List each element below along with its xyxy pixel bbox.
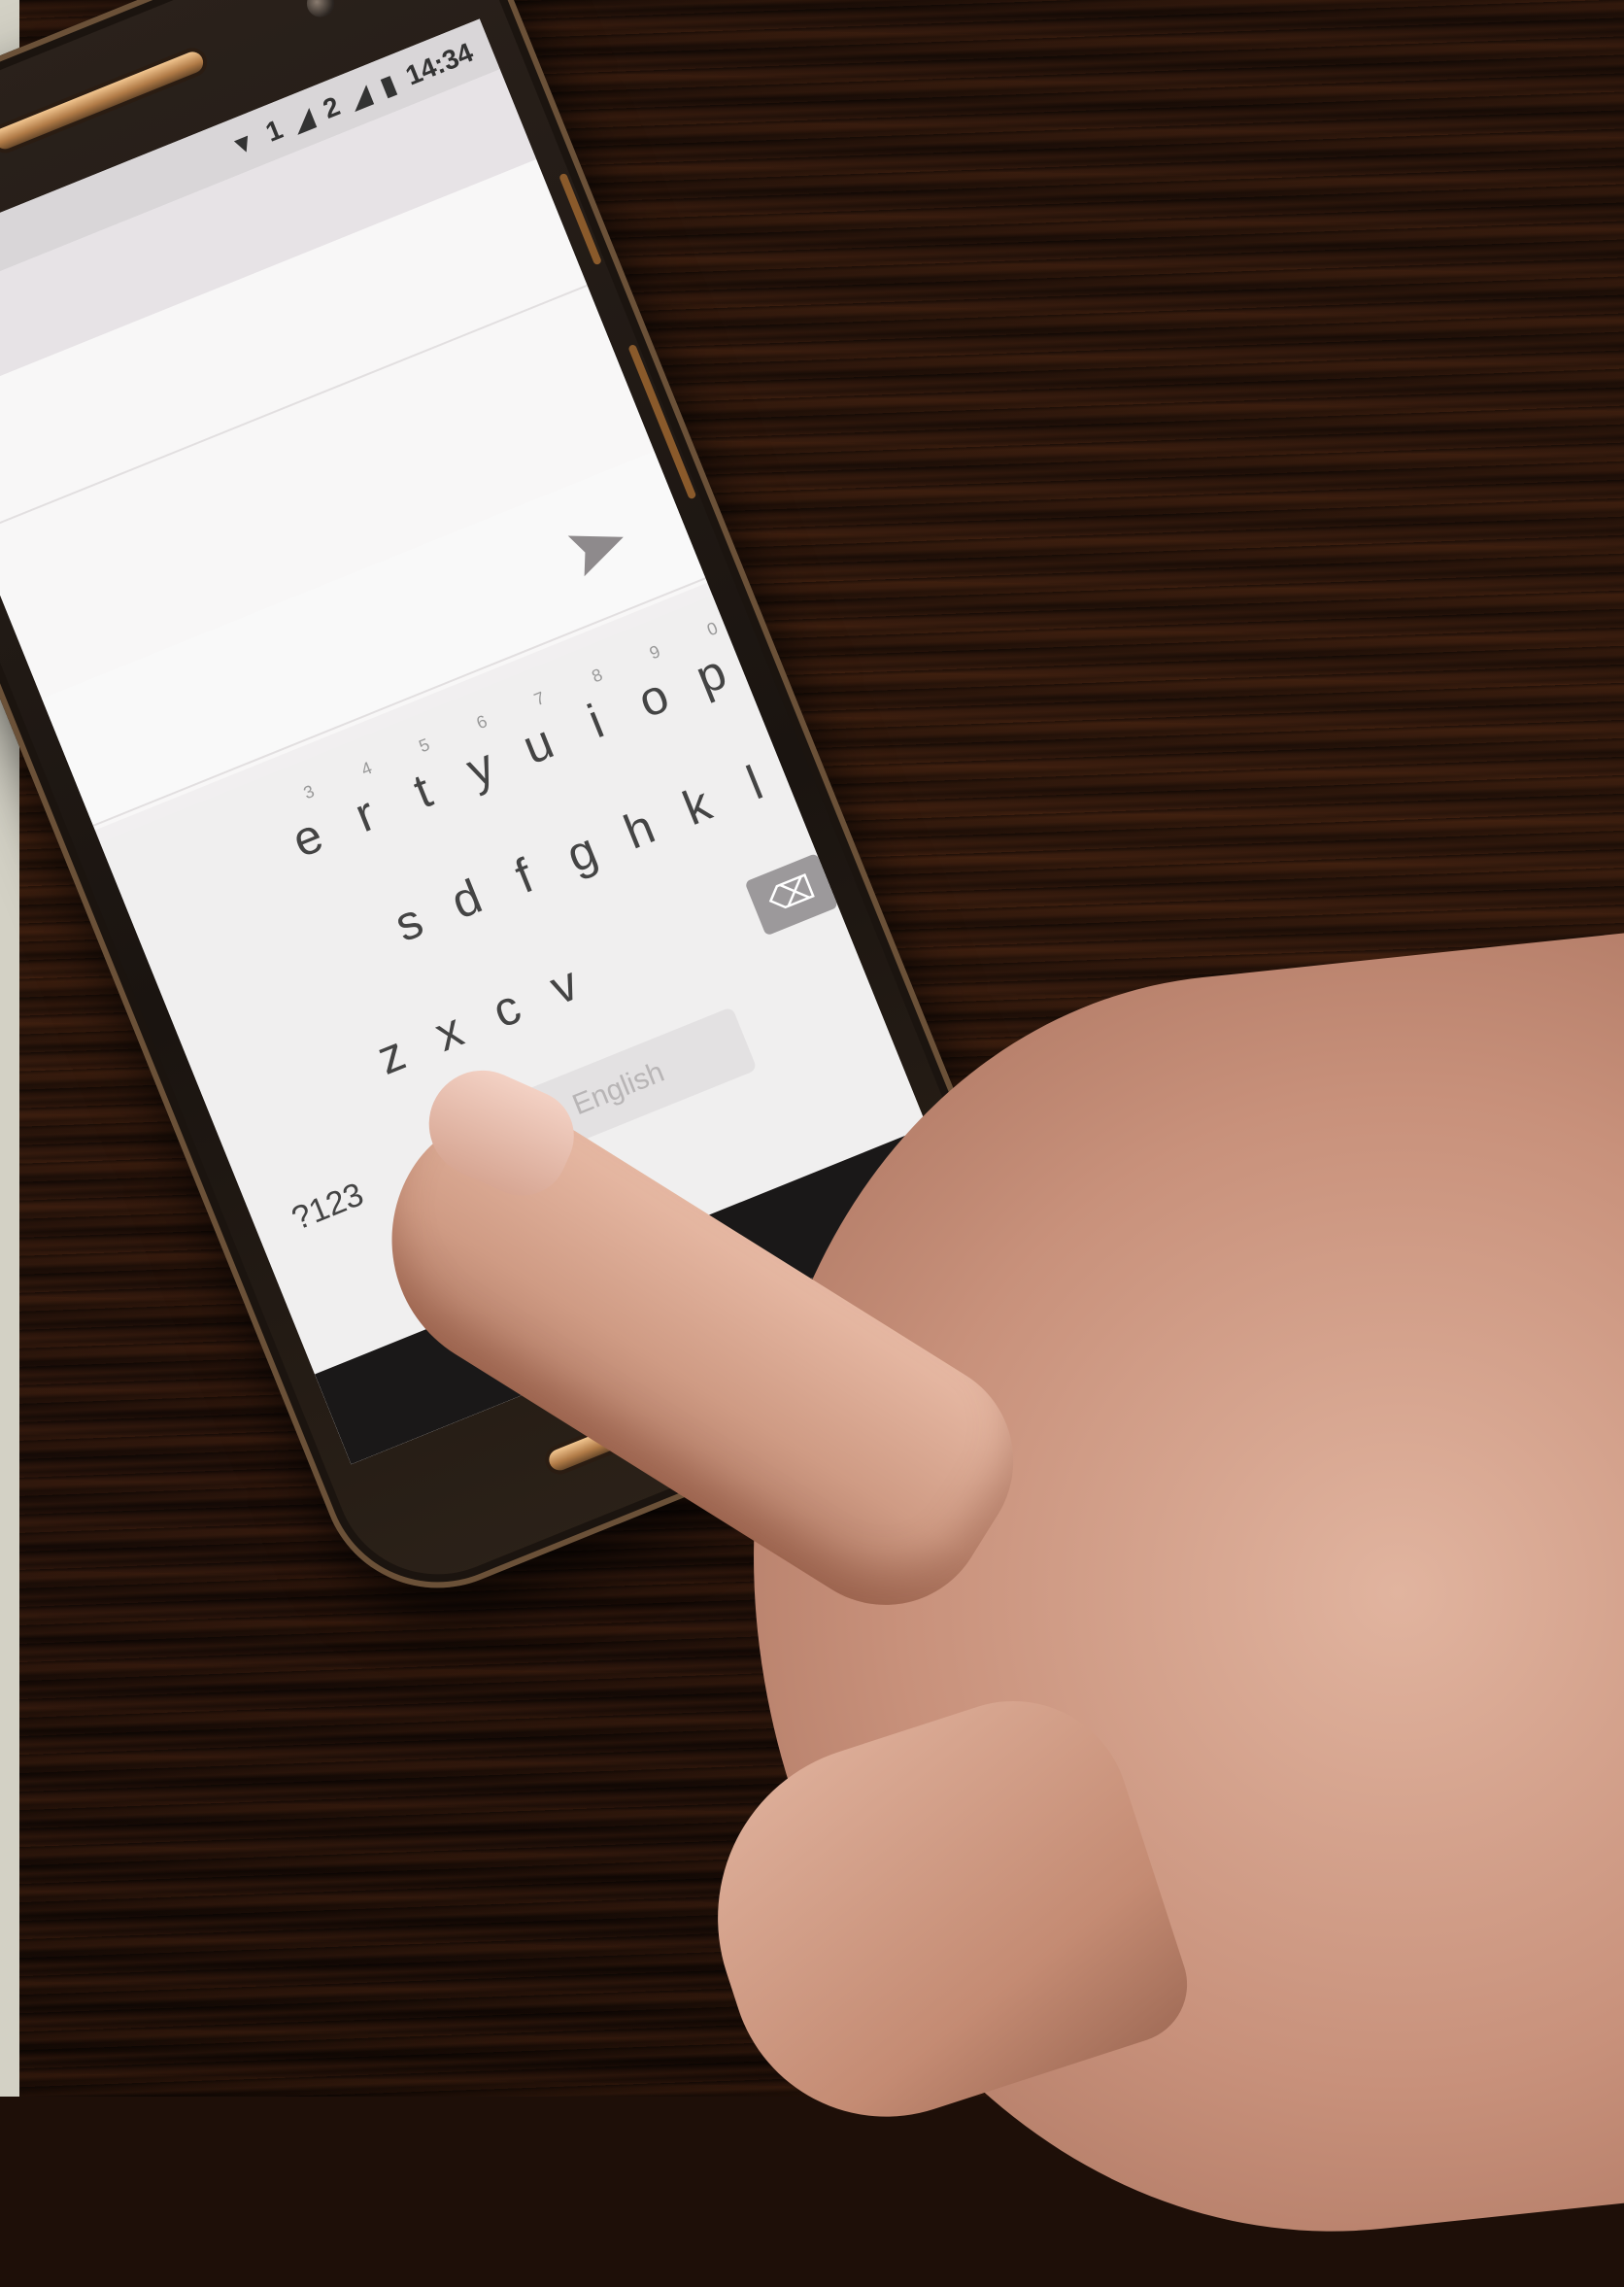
key-label: r: [347, 786, 384, 843]
signal-icon: ◢: [345, 79, 375, 114]
key-hint: 6: [473, 711, 491, 734]
battery-icon: ▮: [376, 68, 400, 101]
key-hint: 4: [358, 758, 375, 780]
key-label: i: [580, 694, 611, 749]
key-spacer: [728, 946, 888, 1078]
front-camera: [302, 0, 339, 21]
key-label: o: [630, 667, 676, 729]
sim1-label: 1: [261, 114, 288, 148]
key-label: t: [406, 763, 440, 819]
key-hint: 5: [416, 734, 433, 757]
key-hint: 8: [589, 665, 606, 687]
earpiece-speaker: [0, 49, 207, 153]
sim2-label: 2: [319, 90, 345, 124]
key-hint: 7: [531, 688, 548, 710]
key-label: p: [688, 644, 734, 705]
send-icon[interactable]: [560, 509, 636, 585]
key-label: e: [285, 806, 330, 869]
key-label: u: [515, 714, 561, 775]
key-hint: 0: [704, 618, 721, 640]
key-hint: 9: [646, 641, 663, 664]
key-label: y: [458, 737, 502, 798]
signal-icon: ◢: [288, 101, 318, 137]
wifi-icon: ▼: [225, 124, 260, 162]
key-hint: 3: [300, 780, 318, 803]
